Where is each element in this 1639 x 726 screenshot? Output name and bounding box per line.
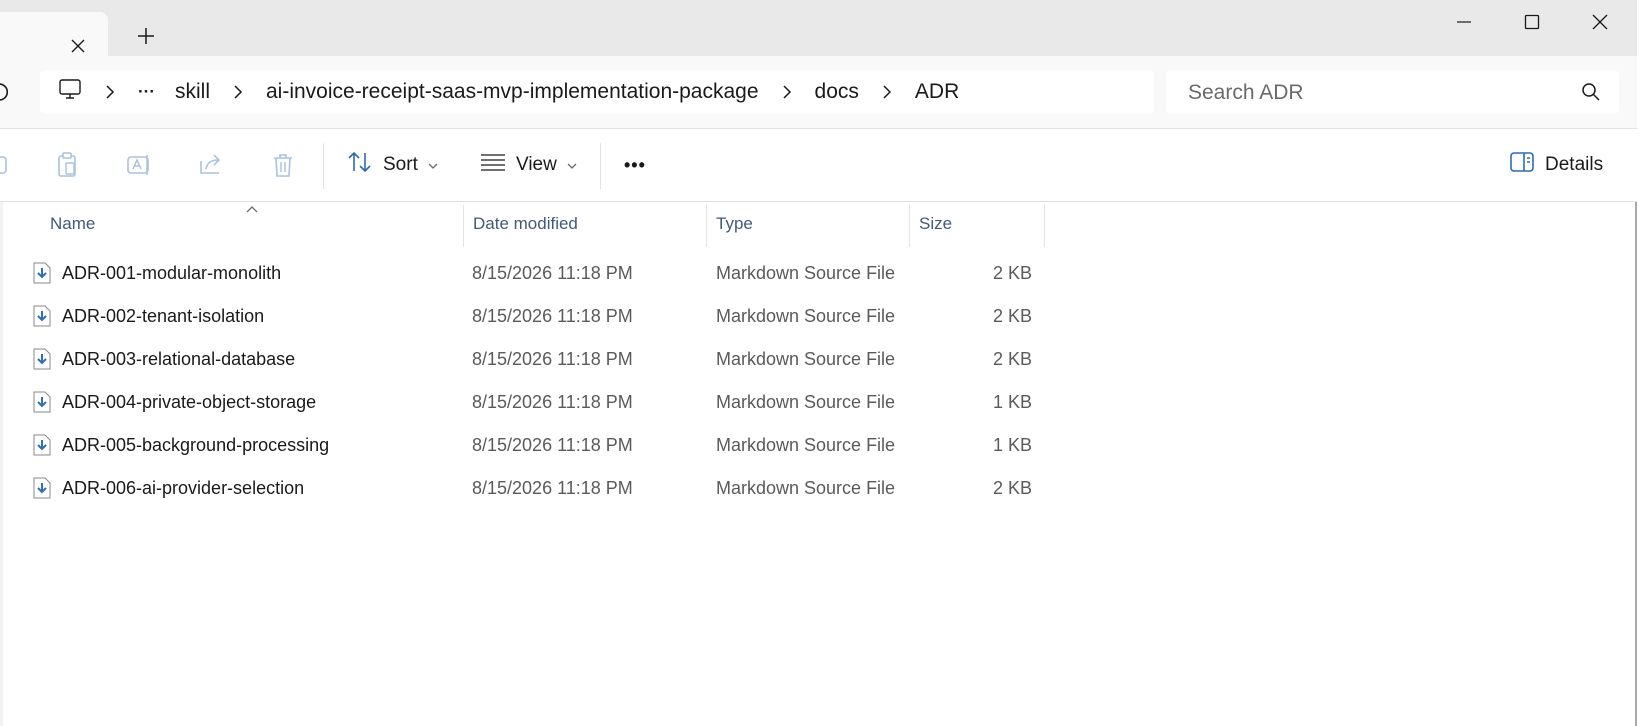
chevron-right-icon[interactable]: [98, 70, 122, 114]
sort-label: Sort: [383, 154, 418, 175]
file-row[interactable]: ADR-005-background-processing 8/15/2026 …: [0, 424, 1100, 467]
this-pc-icon: [58, 77, 82, 107]
file-size: 2 KB: [992, 349, 1032, 369]
file-name: ADR-004-private-object-storage: [62, 392, 317, 412]
chevron-right-icon[interactable]: [775, 70, 799, 114]
file-size: 2 KB: [992, 478, 1032, 498]
breadcrumb-overflow[interactable]: ···: [128, 70, 165, 114]
view-label: View: [516, 154, 557, 175]
more-options-button[interactable]: •••: [624, 145, 646, 185]
markdown-file-icon: [33, 348, 51, 370]
file-row[interactable]: ADR-001-modular-monolith 8/15/2026 11:18…: [0, 252, 1100, 295]
file-type: Markdown Source File: [716, 392, 896, 412]
file-type: Markdown Source File: [716, 306, 896, 326]
search-icon[interactable]: [1581, 82, 1601, 102]
file-row[interactable]: ADR-006-ai-provider-selection 8/15/2026 …: [0, 467, 1100, 510]
file-type: Markdown Source File: [716, 349, 896, 369]
view-button[interactable]: View: [480, 145, 577, 185]
breadcrumb-this-pc[interactable]: [40, 70, 92, 114]
rename-icon[interactable]: [123, 149, 155, 181]
file-name: ADR-003-relational-database: [62, 349, 296, 369]
markdown-file-icon: [33, 262, 51, 284]
close-window-icon[interactable]: [1566, 0, 1634, 44]
file-date: 8/15/2026 11:18 PM: [472, 435, 633, 455]
file-type: Markdown Source File: [716, 478, 896, 498]
title-bar: [0, 0, 1637, 56]
new-icon[interactable]: [0, 149, 16, 181]
chevron-right-icon[interactable]: [875, 70, 899, 114]
details-label: Details: [1545, 154, 1604, 175]
file-date: 8/15/2026 11:18 PM: [472, 349, 633, 369]
file-name: ADR-006-ai-provider-selection: [62, 478, 305, 498]
file-name: ADR-001-modular-monolith: [62, 263, 282, 283]
share-icon[interactable]: [195, 149, 227, 181]
file-name: ADR-002-tenant-isolation: [62, 306, 265, 326]
details-pane-icon: [1509, 151, 1535, 179]
markdown-file-icon: [33, 391, 51, 413]
refresh-icon[interactable]: [0, 80, 9, 104]
toolbar-divider: [323, 143, 324, 189]
file-name: ADR-005-background-processing: [62, 435, 330, 455]
markdown-file-icon: [33, 434, 51, 456]
markdown-file-icon: [33, 305, 51, 327]
column-header-date[interactable]: Date modified: [464, 202, 706, 246]
toolbar-divider: [600, 143, 601, 189]
file-type: Markdown Source File: [716, 263, 896, 283]
chevron-down-icon: [428, 154, 438, 176]
chevron-right-icon[interactable]: [226, 70, 250, 114]
file-date: 8/15/2026 11:18 PM: [472, 306, 633, 326]
file-row[interactable]: ADR-003-relational-database 8/15/2026 11…: [0, 338, 1100, 381]
command-bar: Sort View ••• Details: [0, 129, 1637, 202]
minimize-icon[interactable]: [1430, 0, 1498, 44]
search-input[interactable]: [1166, 70, 1570, 116]
file-size: 2 KB: [992, 263, 1032, 283]
column-divider[interactable]: [1044, 205, 1045, 247]
file-date: 8/15/2026 11:18 PM: [472, 478, 633, 498]
breadcrumb-package[interactable]: ai-invoice-receipt-saas-mvp-implementati…: [256, 70, 769, 114]
breadcrumb-adr[interactable]: ADR: [905, 70, 969, 114]
column-header-type[interactable]: Type: [707, 202, 909, 246]
file-size: 2 KB: [992, 306, 1032, 326]
delete-icon[interactable]: [267, 149, 299, 181]
maximize-icon[interactable]: [1498, 0, 1566, 44]
breadcrumb-skill[interactable]: skill: [165, 70, 220, 114]
sort-button[interactable]: Sort: [347, 145, 438, 185]
details-pane-button[interactable]: Details: [1509, 145, 1603, 185]
file-type: Markdown Source File: [716, 435, 896, 455]
view-icon: [480, 152, 506, 178]
file-date: 8/15/2026 11:18 PM: [472, 263, 633, 283]
breadcrumb-docs[interactable]: docs: [805, 70, 869, 114]
file-explorer-window: ··· skill ai-invoice-receipt-saas-mvp-im…: [0, 0, 1637, 726]
file-date: 8/15/2026 11:18 PM: [472, 392, 633, 412]
address-row: ··· skill ai-invoice-receipt-saas-mvp-im…: [0, 56, 1637, 129]
breadcrumb: ··· skill ai-invoice-receipt-saas-mvp-im…: [40, 70, 1154, 114]
sort-icon: [347, 150, 373, 180]
column-header-size[interactable]: Size: [910, 202, 1044, 246]
chevron-down-icon: [567, 154, 577, 176]
column-header-name[interactable]: Name: [41, 202, 463, 246]
file-size: 1 KB: [992, 392, 1032, 412]
file-row[interactable]: ADR-004-private-object-storage 8/15/2026…: [0, 381, 1100, 424]
active-tab[interactable]: [0, 12, 108, 56]
file-row[interactable]: ADR-002-tenant-isolation 8/15/2026 11:18…: [0, 295, 1100, 338]
new-tab-button[interactable]: [132, 22, 160, 50]
paste-icon[interactable]: [51, 149, 83, 181]
search-box: [1166, 70, 1619, 116]
close-tab-icon[interactable]: [66, 34, 90, 58]
file-size: 1 KB: [992, 435, 1032, 455]
markdown-file-icon: [33, 477, 51, 499]
